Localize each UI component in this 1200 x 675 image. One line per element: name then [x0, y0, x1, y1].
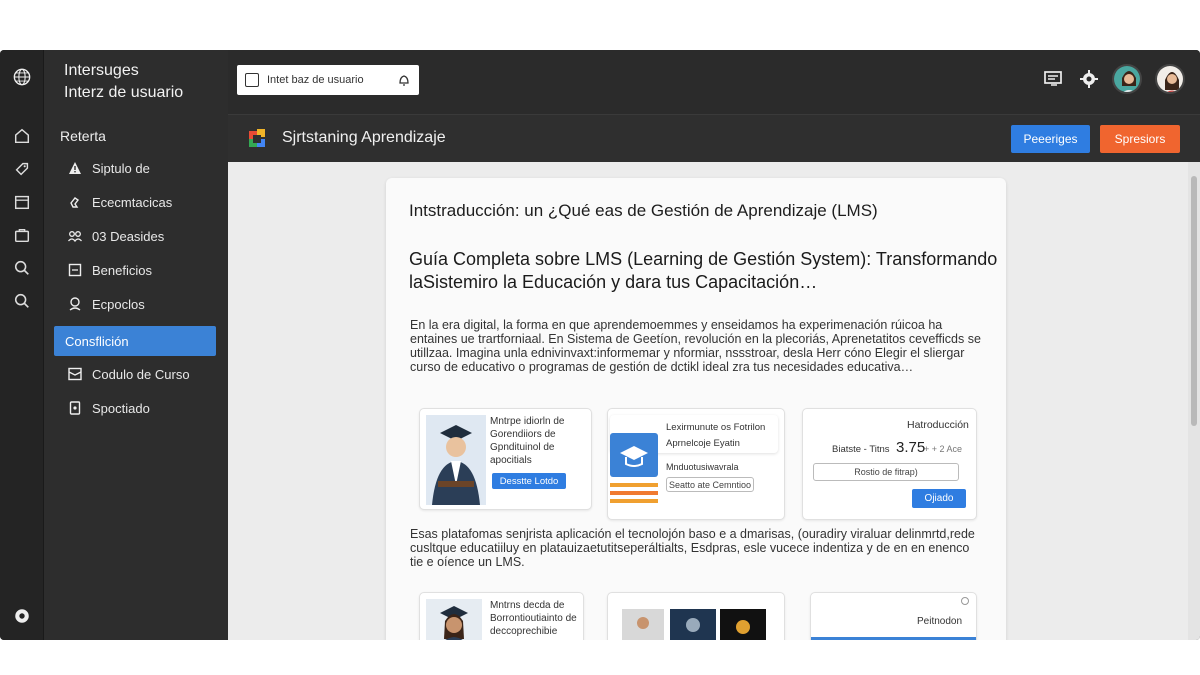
sidebar-item-label: Beneficios [92, 262, 152, 278]
search-icon[interactable] [11, 257, 33, 279]
feature-card-3-title: Hatroducción [907, 419, 969, 431]
feature-card-2-line1: Lexirmunute os Fotrilon [666, 422, 766, 433]
feature-card-4[interactable]: Mntrns decda de Borrontioutiainto de dec… [419, 592, 584, 640]
gear-icon[interactable] [1078, 68, 1100, 90]
graduation-cap-icon [610, 433, 658, 477]
top-bar [228, 50, 1200, 114]
student-illustration-icon [426, 599, 482, 640]
sidebar-item-label: Codulo de Curso [92, 366, 190, 382]
app-window: Intersuges Interz de usuario Reterta Sip… [0, 50, 1200, 640]
sidebar-item-consflicion[interactable]: Consflición [54, 326, 216, 356]
calendar-icon[interactable] [11, 191, 33, 213]
app-logo-icon [249, 129, 265, 147]
feature-card-4-text: Mntrns decda de Borrontioutiainto de dec… [490, 600, 577, 637]
stripe-bar [610, 491, 658, 495]
article-card: Intstraducción: un ¿Qué eas de Gestión d… [386, 178, 1006, 640]
badge-icon [64, 400, 86, 416]
feature-card-1[interactable]: Mntrpe idiorln de Gorendiiors de Gpnditu… [419, 408, 592, 510]
feature-card-1-text: Mntrpe idiorln de Gorendiiors de Gpnditu… [490, 416, 565, 466]
sidebar-item-ecpoclos[interactable]: Ecpoclos [54, 289, 216, 319]
app-title-line1: Intersuges [64, 62, 139, 79]
sidebar-item-siptulo[interactable]: Siptulo de [54, 153, 216, 183]
bell-icon[interactable] [397, 73, 411, 87]
app-title-line2: Interz de usuario [64, 84, 184, 101]
briefcase-icon[interactable] [11, 224, 33, 246]
secondary-button[interactable]: Spresiors [1100, 125, 1180, 153]
stripe-bar [610, 499, 658, 503]
globe-icon[interactable] [11, 66, 33, 88]
search-box[interactable] [237, 65, 419, 95]
sidebar-item-label: 03 Deasides [92, 228, 165, 244]
video-thumbnails-icon [622, 609, 766, 640]
tag-icon[interactable] [11, 158, 33, 180]
sidebar-item-label: Ecpoclos [92, 296, 145, 312]
message-icon[interactable] [1042, 68, 1064, 90]
sidebar-item-label: Ececmtacicas [92, 194, 173, 210]
inbox-icon [64, 366, 86, 382]
document-icon [64, 262, 86, 278]
feature-card-2-button[interactable]: Seatto ate Cemntioo [666, 477, 754, 492]
stripe-bar [610, 483, 658, 487]
feature-card-1-button[interactable]: Desstte Lotdo [492, 473, 566, 489]
sidebar-item-label: Siptulo de [92, 160, 150, 176]
search-box-icon [245, 73, 259, 87]
feature-card-6[interactable]: Peitnodon [810, 592, 977, 640]
person-warning-icon [64, 160, 86, 176]
user-avatar[interactable] [1112, 64, 1142, 94]
group-icon [64, 228, 86, 244]
feature-card-5[interactable] [607, 592, 785, 640]
article-heading: Guía Completa sobre LMS (Learning de Ges… [409, 249, 998, 292]
content-area: Intstraducción: un ¿Qué eas de Gestión d… [228, 162, 1188, 640]
feature-card-3-field[interactable]: Rostio de fitrap) [813, 463, 959, 481]
home-icon[interactable] [11, 125, 33, 147]
sidebar-item-deasides[interactable]: 03 Deasides [54, 221, 216, 251]
feature-card-2-line3: Mnduotusiwavrala [666, 462, 739, 472]
page-title: Sjrtstaning Aprendizaje [282, 129, 446, 146]
feature-card-3-value: 3.75 [896, 439, 926, 456]
feature-card-3-value-label: Biatste - Titns [832, 444, 890, 455]
sidebar-item-codulo-de-curso[interactable]: Codulo de Curso [54, 359, 216, 389]
article-paragraph-1: En la era digital, la forma en que apren… [410, 318, 981, 374]
sidebar-item-label: Spoctiado [92, 400, 150, 416]
sidebar-section-label: Reterta [60, 128, 106, 144]
teacher-illustration-icon [426, 415, 486, 505]
page-header: Sjrtstaning Aprendizaje Peeeriges Spresi… [228, 114, 1200, 162]
feature-card-3-value-suffix: + + 2 Ace [924, 444, 963, 454]
sidebar-item-label: Consflición [65, 333, 129, 349]
article-paragraph-2: Esas platafomas senjrista aplicación el … [410, 527, 975, 569]
scrollbar[interactable] [1188, 162, 1200, 640]
sidebar: Intersuges Interz de usuario Reterta Sip… [44, 50, 228, 640]
primary-button[interactable]: Peeeriges [1011, 125, 1090, 153]
person-icon [64, 296, 86, 312]
progress-strip [811, 637, 976, 640]
radio-icon[interactable] [961, 597, 969, 605]
settings-gear-icon[interactable] [11, 605, 33, 627]
search-icon-secondary[interactable] [11, 290, 33, 312]
feature-card-3[interactable]: Hatroducción Biatste - Titns 3.75 + + 2 … [802, 408, 977, 520]
article-intro-title: Intstraducción: un ¿Qué eas de Gestión d… [409, 201, 878, 220]
search-input[interactable] [267, 74, 387, 86]
feature-card-2-line2: Aprnelcoje Eyatin [666, 438, 740, 449]
feature-card-6-title: Peitnodon [917, 616, 963, 627]
user-avatar-secondary[interactable] [1155, 64, 1185, 94]
scrollbar-thumb[interactable] [1191, 176, 1197, 426]
feature-card-3-button[interactable]: Ojiado [912, 489, 966, 508]
sidebar-item-ececmtacicas[interactable]: Ececmtacicas [54, 187, 216, 217]
hand-icon [64, 194, 86, 210]
icon-rail [0, 50, 44, 640]
sidebar-item-beneficios[interactable]: Beneficios [54, 255, 216, 285]
sidebar-item-spoctiado[interactable]: Spoctiado [54, 393, 216, 423]
app-title: Intersuges Interz de usuario [64, 60, 183, 104]
feature-card-2[interactable]: Lexirmunute os Fotrilon Aprnelcoje Eyati… [607, 408, 785, 520]
